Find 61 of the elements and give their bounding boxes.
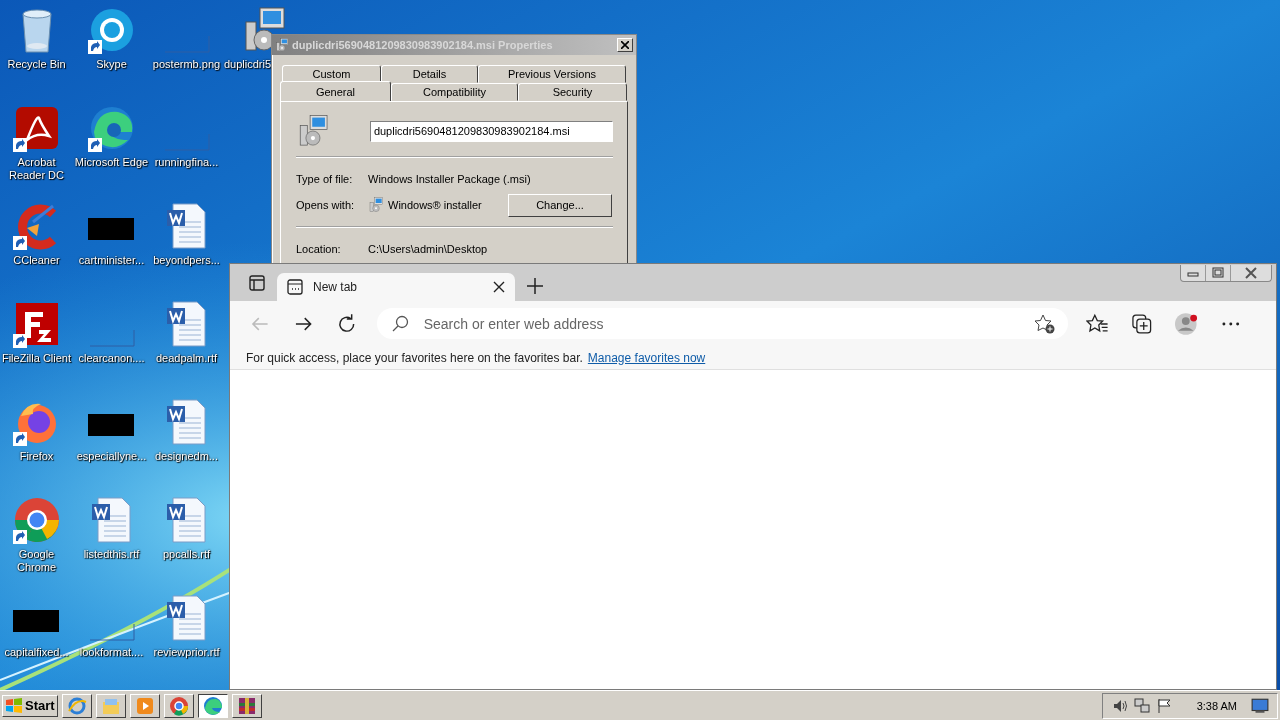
installer-icon — [368, 197, 384, 213]
icon-label: listedthis.rtf — [83, 548, 140, 561]
file-name-field[interactable]: duplicdri5690481209830983902184.msi — [369, 120, 613, 142]
icon-label: reviewprior.rtf — [153, 646, 220, 659]
start-button[interactable]: Start — [2, 694, 58, 717]
field-label: Opens with: — [296, 199, 356, 211]
icon-label: Firefox — [19, 450, 54, 463]
icon-label: Microsoft Edge — [74, 156, 149, 169]
field-value: Windows Installer Package (.msi) — [368, 173, 531, 185]
icon-label: duplicdri5 — [224, 58, 272, 71]
icon-label: cartminister... — [78, 254, 145, 267]
tab[interactable]: General — [280, 81, 391, 101]
icon-label: runningfina... — [154, 156, 219, 169]
icon-label: Skype — [96, 58, 127, 71]
sidebar-icon[interactable] — [249, 275, 265, 291]
icon-label: Acrobat Reader DC — [8, 156, 65, 182]
archive-icon — [237, 695, 257, 716]
icon-label: FileZilla Client — [1, 352, 72, 365]
icon-label: deadpalm.rtf — [155, 352, 218, 365]
icon-label: beyondpers... — [153, 254, 220, 267]
favorites-hint: For quick access, place your favorites here on the favorites bar. — [246, 350, 583, 365]
close-icon[interactable] — [493, 281, 505, 293]
tab[interactable]: Details — [381, 65, 478, 83]
icon-label: lookformat.... — [79, 646, 144, 659]
close-icon — [621, 41, 629, 49]
icon-label: Recycle Bin — [7, 58, 66, 71]
network-icon[interactable] — [1132, 696, 1151, 715]
start-icon — [5, 696, 23, 715]
page-icon — [287, 279, 303, 295]
clock: 3:38 AM — [1196, 699, 1237, 712]
play-icon — [135, 695, 155, 716]
icon-label: clearcanon.... — [78, 352, 145, 365]
field-value: Windows® installer — [388, 199, 482, 211]
browser-icon — [203, 695, 223, 716]
manage-favorites-link[interactable]: Manage favorites now — [587, 350, 706, 365]
installer-icon — [275, 38, 289, 52]
globe-icon — [67, 695, 87, 716]
field-label: Type of file: — [296, 173, 354, 185]
browser-tab[interactable]: New tab — [277, 273, 515, 301]
new-tab-icon[interactable] — [525, 276, 545, 296]
change-button[interactable]: Change... — [508, 193, 612, 217]
tab[interactable]: Previous Versions — [478, 65, 626, 83]
field-label: Location: — [296, 243, 342, 255]
taskbar-app[interactable] — [198, 693, 228, 718]
tab[interactable]: Compatibility — [391, 83, 518, 101]
icon-label: especiallyne... — [76, 450, 147, 463]
search-icon — [391, 314, 410, 333]
icon-label: postermb.png — [152, 58, 221, 71]
icon-label: capitalfixed... — [4, 646, 69, 659]
close-button[interactable] — [617, 38, 633, 52]
add-favorite-icon[interactable] — [1033, 312, 1056, 335]
icon-label: Google Chrome — [15, 548, 58, 574]
icon-label: CCleaner — [13, 254, 60, 267]
show-desktop-icon[interactable] — [1251, 696, 1269, 715]
field-value: C:\Users\admin\Desktop — [368, 243, 488, 255]
icon-label: ppcalls.rtf — [162, 548, 211, 561]
profile-icon[interactable] — [1174, 311, 1199, 336]
address-bar[interactable]: Search or enter web address — [376, 308, 1068, 339]
browser-icon — [169, 695, 189, 716]
tab[interactable]: Security — [518, 83, 627, 101]
icon-label: designedm... — [155, 450, 218, 463]
